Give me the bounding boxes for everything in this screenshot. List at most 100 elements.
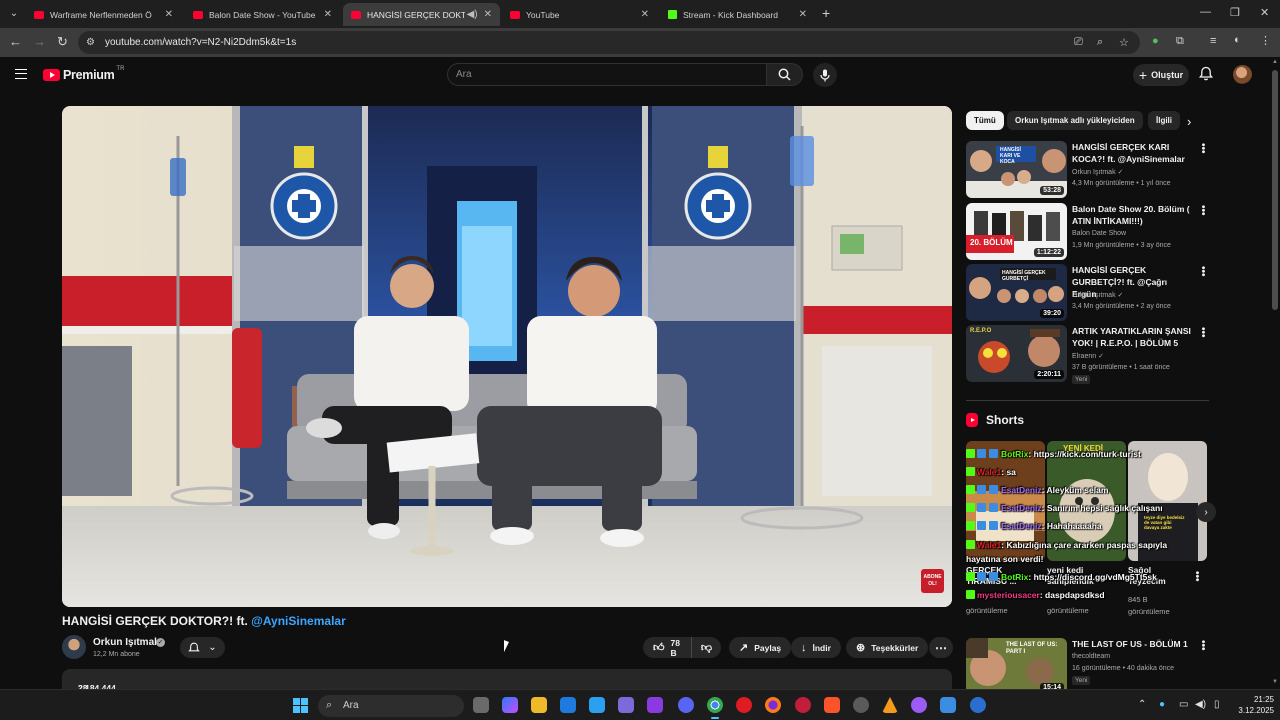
video-thumbnail[interactable]: HANGİSİ KARI VE KOCA 53:28 xyxy=(966,141,1067,198)
youtube-premium-logo[interactable]: Premium TR xyxy=(43,66,124,82)
menu-icon[interactable] xyxy=(15,69,27,79)
browser-tab[interactable]: YouTube ✕ xyxy=(502,3,657,26)
copilot-icon[interactable] xyxy=(502,697,518,713)
tab-close-icon[interactable]: ✕ xyxy=(484,9,492,20)
more-vertical-icon[interactable]: ••• xyxy=(1197,266,1208,277)
close-window-icon[interactable]: ✕ xyxy=(1260,6,1269,19)
channel-avatar[interactable] xyxy=(62,635,86,659)
twitch-icon[interactable] xyxy=(911,697,927,713)
subscribe-overlay-badge[interactable]: ABONE OL! xyxy=(921,569,944,593)
chevron-right-icon[interactable]: › xyxy=(1187,114,1191,129)
store-icon[interactable] xyxy=(589,697,605,713)
vivaldi-icon[interactable] xyxy=(795,697,811,713)
browser-tab[interactable]: Balon Date Show - YouTube ✕ xyxy=(185,3,340,26)
video-title-mention-link[interactable]: @AyniSinemalar xyxy=(251,614,346,628)
url-text[interactable]: youtube.com/watch?v=N2-Ni2Ddm5k&t=1s xyxy=(105,37,296,48)
more-vertical-icon[interactable]: ••• xyxy=(1197,327,1208,338)
volume-icon[interactable]: ◀) xyxy=(1195,699,1206,710)
channel-name[interactable]: Orkun Işıtmak xyxy=(93,637,160,648)
scrollbar-thumb[interactable] xyxy=(1272,70,1278,310)
site-info-icon[interactable]: ⚙ xyxy=(86,37,95,48)
account-avatar[interactable] xyxy=(1233,65,1252,84)
discord-icon[interactable] xyxy=(678,697,694,713)
new-tab-icon[interactable]: + xyxy=(822,5,830,21)
tab-search-icon[interactable]: ⌄ xyxy=(6,5,22,21)
forward-icon[interactable]: → xyxy=(33,34,46,49)
media-control-icon[interactable]: ≡ xyxy=(1210,35,1216,47)
notifications-button[interactable] xyxy=(1198,66,1214,86)
search-input[interactable]: Ara xyxy=(447,63,767,86)
download-button[interactable]: ↓ İndir xyxy=(791,637,841,658)
recommendation-title[interactable]: HANGİSİ GERÇEK KARI KOCA?! ft. @AyniSine… xyxy=(1072,141,1194,165)
recommendation-title[interactable]: ARTIK YARATIKLARIN ŞANSI YOK! | R.E.P.O.… xyxy=(1072,325,1194,349)
browser-tab[interactable]: Stream - Kick Dashboard ✕ xyxy=(660,3,815,26)
shorts-next-button[interactable]: › xyxy=(1196,502,1216,522)
network-icon[interactable]: ▭ xyxy=(1179,699,1188,710)
extensions-puzzle-icon[interactable]: ⧉ xyxy=(1176,35,1184,48)
file-explorer-icon[interactable] xyxy=(531,697,547,713)
omnibox[interactable]: ⚙ youtube.com/watch?v=N2-Ni2Ddm5k&t=1s ⎚… xyxy=(78,31,1140,54)
share-button[interactable]: ↗ Paylaş xyxy=(729,637,792,658)
description-box[interactable]: 2.184.444 görüntüleme 28 Kas xyxy=(62,669,952,703)
minimize-icon[interactable]: — xyxy=(1200,6,1211,18)
reload-icon[interactable]: ↻ xyxy=(57,34,68,50)
search-button[interactable] xyxy=(766,63,803,86)
cast-icon[interactable]: ⎚ xyxy=(1074,36,1083,49)
opera-icon[interactable] xyxy=(736,697,752,713)
zoom-icon[interactable]: ⌕ xyxy=(1097,36,1103,49)
tray-overflow-icon[interactable]: ⌃ xyxy=(1138,699,1146,710)
system-clock[interactable]: 21:25 3.12.2025 xyxy=(1230,694,1274,716)
browser-tab-active[interactable]: HANGİSİ GERÇEK DOKTOR ◀) ✕ xyxy=(343,3,500,26)
video-thumbnail[interactable]: 20. BÖLÜM 1:12:22 xyxy=(966,203,1067,260)
more-vertical-icon[interactable]: ••• xyxy=(1197,143,1208,154)
video-player[interactable] xyxy=(62,106,952,607)
like-button[interactable]: 👍︎ 78 B xyxy=(643,637,692,658)
recommendation-title[interactable]: Balon Date Show 20. Bölüm ( ATIN İNTİKAM… xyxy=(1072,203,1194,227)
tab-close-icon[interactable]: ✕ xyxy=(324,9,332,20)
video-thumbnail[interactable]: HANGİSİ GERÇEK GURBETÇİ 39:20 xyxy=(966,264,1067,321)
scroll-up-icon[interactable]: ▲ xyxy=(1272,59,1278,65)
recommendation-item[interactable]: 20. BÖLÜM 1:12:22 Balon Date Show 20. Bö… xyxy=(966,203,1210,261)
more-vertical-icon[interactable]: ••• xyxy=(1191,571,1202,582)
firefox-icon[interactable] xyxy=(765,697,781,713)
recommendation-channel[interactable]: Orkun Işıtmak ✓ xyxy=(1072,168,1123,176)
thanks-button[interactable]: ⊛ Teşekkürler xyxy=(846,637,929,658)
recommendation-channel[interactable]: thecoldteam xyxy=(1072,653,1110,660)
chip-from-uploader[interactable]: Orkun Işıtmak adlı yükleyiciden xyxy=(1007,111,1143,130)
outlook-icon[interactable] xyxy=(560,697,576,713)
back-icon[interactable]: ← xyxy=(9,34,22,49)
recommendation-item[interactable]: R.E.P.O 2:20:11 ARTIK YARATIKLARIN ŞANSI… xyxy=(966,325,1210,387)
tab-close-icon[interactable]: ✕ xyxy=(799,9,807,20)
teams-icon[interactable] xyxy=(618,697,634,713)
taskbar-search[interactable]: ⌕ Ara xyxy=(318,695,464,717)
brave-icon[interactable] xyxy=(824,697,840,713)
tab-close-icon[interactable]: ✕ xyxy=(641,9,649,20)
chrome-icon[interactable] xyxy=(707,697,723,719)
subscription-bell-button[interactable]: ⌄ xyxy=(180,637,225,658)
more-actions-button[interactable]: ⋯ xyxy=(929,637,953,658)
profile-icon[interactable]: ◐ xyxy=(1234,34,1241,46)
restore-icon[interactable]: ❐ xyxy=(1230,6,1240,19)
microphone-tray-icon[interactable]: ● xyxy=(1159,699,1165,710)
battery-icon[interactable]: ▯ xyxy=(1214,699,1220,710)
video-thumbnail[interactable]: R.E.P.O 2:20:11 xyxy=(966,325,1067,382)
recommendation-channel[interactable]: Balon Date Show xyxy=(1072,230,1126,237)
voice-search-button[interactable] xyxy=(813,63,837,87)
vlc-icon[interactable] xyxy=(882,697,898,713)
recommendation-item[interactable]: THE LAST OF US: PART I 15:14 THE LAST OF… xyxy=(966,638,1210,696)
dislike-button[interactable]: 👎︎ xyxy=(692,641,721,654)
steam-icon[interactable] xyxy=(853,697,869,713)
chip-all[interactable]: Tümü xyxy=(966,111,1004,130)
scroll-down-icon[interactable]: ▼ xyxy=(1272,679,1278,685)
windows-start-icon[interactable] xyxy=(293,698,308,713)
tab-close-icon[interactable]: ✕ xyxy=(165,9,173,20)
create-button[interactable]: + Oluştur xyxy=(1133,64,1189,86)
app-icon[interactable] xyxy=(970,697,986,713)
tab-audio-icon[interactable]: ◀) xyxy=(467,9,478,20)
browser-menu-icon[interactable]: ⋮ xyxy=(1260,34,1271,47)
capture-icon[interactable] xyxy=(647,697,663,713)
recommendation-item[interactable]: HANGİSİ GERÇEK GURBETÇİ 39:20 HANGİSİ GE… xyxy=(966,264,1210,322)
video-thumbnail[interactable]: THE LAST OF US: PART I 15:14 xyxy=(966,638,1067,695)
browser-tab[interactable]: Warframe Nerflenmeden Ö ✕ xyxy=(26,3,181,26)
more-vertical-icon[interactable]: ••• xyxy=(1197,640,1208,651)
